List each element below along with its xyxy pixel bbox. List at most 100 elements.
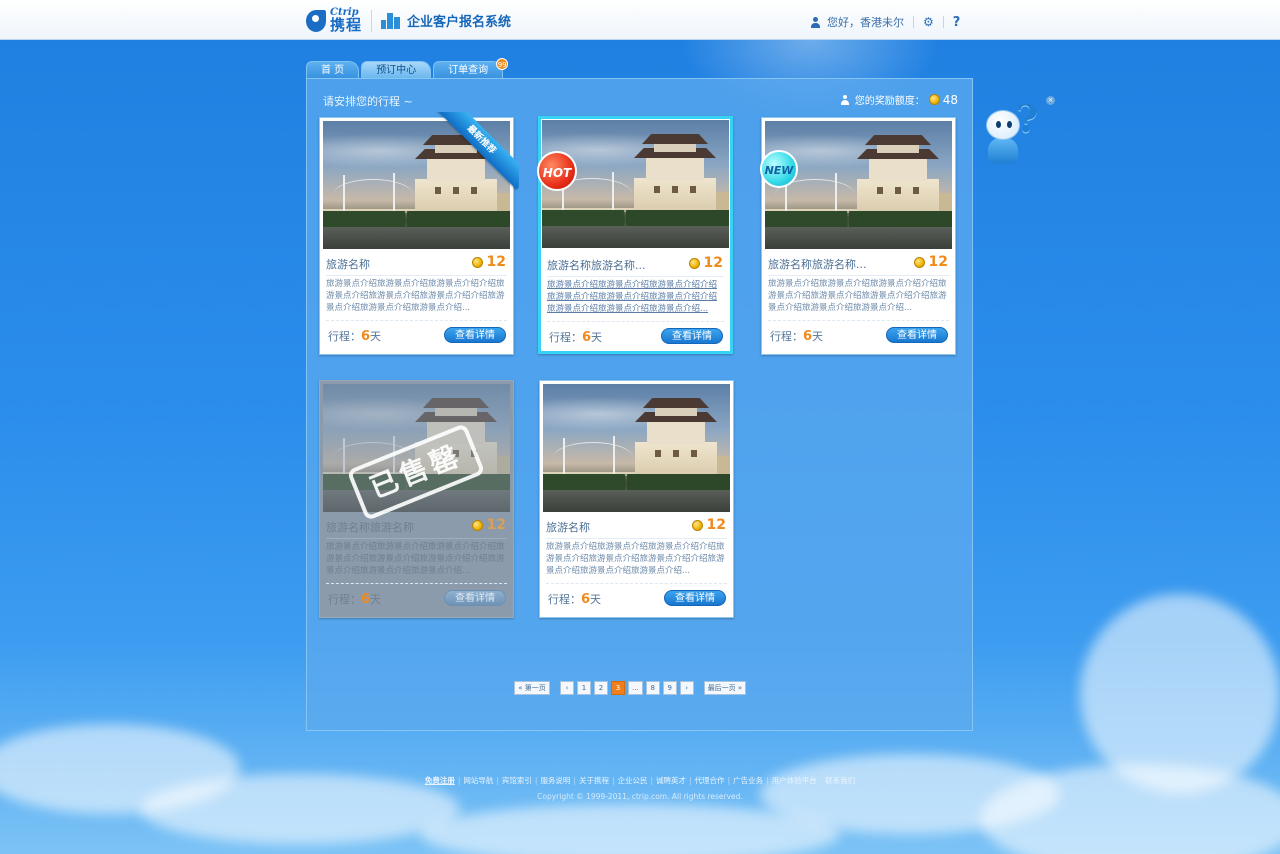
- page-button[interactable]: 8: [645, 681, 660, 695]
- helper-body: [988, 138, 1018, 164]
- user-icon: [810, 16, 821, 28]
- tab-home[interactable]: 首 页: [306, 61, 360, 79]
- ctrip-logo-icon: [306, 9, 326, 32]
- trip-name[interactable]: 旅游名称旅游名称...: [547, 257, 646, 273]
- greeting[interactable]: 您好，香港未尔: [827, 14, 904, 30]
- user-icon: [840, 94, 850, 105]
- coin-icon: [928, 94, 940, 105]
- system-title: 企业客户报名系统: [407, 15, 512, 30]
- close-icon[interactable]: ×: [1046, 96, 1055, 105]
- divider: [547, 321, 724, 322]
- trip-duration: 行程：6天: [770, 329, 824, 344]
- footer-link[interactable]: 企业公民: [615, 776, 651, 785]
- view-details-button[interactable]: 查看详情: [444, 327, 506, 343]
- trip-price: 12: [691, 517, 726, 533]
- divider: [913, 16, 914, 28]
- trip-description: 旅游景点介绍旅游景点介绍旅游景点介绍介绍旅游景点介绍旅游景点介绍旅游景点介绍介绍…: [326, 538, 507, 577]
- tab-booking-center[interactable]: 预订中心: [361, 61, 432, 79]
- coin-icon: [691, 519, 703, 531]
- trip-price: 12: [471, 517, 506, 533]
- footer-links: 免费注册 | 网站导航 | 宾馆索引 | 服务说明 | 关于携程 | 企业公民 | 诚聘英才 | 代理合作 |…: [0, 775, 1280, 786]
- trip-duration: 行程：6天: [328, 329, 382, 344]
- footer-link[interactable]: 宾馆索引: [499, 776, 535, 785]
- footer-link[interactable]: 网站导航: [460, 776, 496, 785]
- trip-price: 12: [913, 254, 948, 270]
- logo-cn: 携程: [330, 16, 363, 34]
- trip-card[interactable]: 已售罄 旅游名称旅游名称 12 旅游景点介绍旅游景点介绍旅游景点介绍介绍旅游景点介绍旅…: [319, 380, 514, 618]
- hot-badge: HOT: [537, 151, 577, 191]
- view-details-button[interactable]: 查看详情: [664, 590, 726, 606]
- trip-card[interactable]: 旅游名称 12 旅游景点介绍旅游景点介绍旅游景点介绍介绍旅游景点介绍旅游景点介绍旅游…: [539, 380, 734, 618]
- question-mark-icon: ?: [1016, 96, 1039, 141]
- trip-card[interactable]: 最新推荐旅游名称 12 旅游景点介绍旅游景点介绍旅游景点介绍介绍旅游景点介绍旅游景点…: [319, 112, 519, 355]
- trip-description: 旅游景点介绍旅游景点介绍旅游景点介绍介绍旅游景点介绍旅游景点介绍旅游景点介绍介绍…: [326, 275, 507, 314]
- coin-icon: [471, 256, 483, 268]
- trip-duration: 行程：6天: [328, 592, 382, 607]
- coin-icon: [688, 257, 700, 269]
- divider: [546, 583, 727, 584]
- footer-link[interactable]: 免费注册: [422, 776, 458, 785]
- footer-link[interactable]: 用户体验平台: [769, 776, 820, 785]
- next-page-button[interactable]: ›: [679, 681, 694, 695]
- trip-name[interactable]: 旅游名称: [326, 256, 370, 272]
- last-page-button[interactable]: 最后一页 »: [703, 681, 747, 695]
- page-button[interactable]: 1: [577, 681, 591, 695]
- trip-price: 12: [688, 255, 723, 271]
- gear-icon[interactable]: ⚙: [923, 15, 934, 29]
- trip-name[interactable]: 旅游名称旅游名称: [326, 519, 414, 535]
- view-details-button[interactable]: 查看详情: [886, 327, 948, 343]
- trip-duration: 行程：6天: [548, 592, 602, 607]
- bonus-value: 48: [942, 92, 958, 107]
- trip-photo: [765, 121, 952, 249]
- tab-label: 预订中心: [376, 65, 417, 76]
- page-button[interactable]: 9: [662, 681, 677, 695]
- footer-link[interactable]: 联系我们: [822, 776, 858, 785]
- footer-link[interactable]: 服务说明: [537, 776, 573, 785]
- trip-card[interactable]: HOT 旅游名称旅游名称... 12 旅游景点介绍旅游景点介绍旅游景点介绍介绍旅游景点…: [537, 116, 733, 354]
- customer-service-helper[interactable]: ? ×: [984, 96, 1055, 168]
- trip-name[interactable]: 旅游名称旅游名称...: [768, 256, 867, 272]
- bonus-quota: 您的奖励额度： 48: [840, 92, 958, 107]
- coin-icon: [913, 256, 925, 268]
- coin-icon: [471, 519, 483, 531]
- helper-head: [986, 110, 1020, 140]
- trip-description: 旅游景点介绍旅游景点介绍旅游景点介绍介绍旅游景点介绍旅游景点介绍旅游景点介绍介绍…: [547, 276, 724, 315]
- logo[interactable]: Ctrip 携程 企业客户报名系统: [306, 8, 511, 33]
- footer-link[interactable]: 代理合作: [692, 776, 728, 785]
- help-icon[interactable]: ?: [953, 15, 961, 30]
- trip-description: 旅游景点介绍旅游景点介绍旅游景点介绍介绍旅游景点介绍旅游景点介绍旅游景点介绍介绍…: [546, 538, 727, 577]
- logo-divider: [371, 9, 373, 32]
- first-page-button[interactable]: « 第一页: [514, 681, 550, 695]
- panel-title: 请安排您的行程 ~: [323, 95, 413, 108]
- new-badge: NEW: [760, 150, 798, 188]
- view-details-button[interactable]: 查看详情: [444, 590, 506, 606]
- trip-duration: 行程：6天: [549, 330, 603, 345]
- pagination: « 第一页 ‹ 1 2 3 ... 8 9 › 最后一页 »: [514, 681, 749, 695]
- recommend-ribbon: 最新推荐: [433, 112, 519, 198]
- page-button[interactable]: 2: [594, 681, 608, 695]
- building-icon: [381, 12, 401, 29]
- divider: [326, 320, 507, 321]
- divider: [326, 583, 507, 584]
- view-details-button[interactable]: 查看详情: [661, 328, 723, 344]
- divider: [942, 16, 944, 28]
- trip-price: 12: [471, 254, 506, 270]
- copyright: Copyright © 1999-2011, ctrip.com. All ri…: [537, 792, 743, 801]
- footer-link[interactable]: 关于携程: [576, 776, 612, 785]
- trip-description: 旅游景点介绍旅游景点介绍旅游景点介绍介绍旅游景点介绍旅游景点介绍旅游景点介绍介绍…: [768, 275, 949, 314]
- page-button-current[interactable]: 3: [611, 681, 625, 695]
- prev-page-button[interactable]: ‹: [560, 681, 574, 695]
- divider: [768, 320, 949, 321]
- notification-badge: 99: [496, 58, 509, 70]
- trip-photo: [543, 384, 730, 512]
- tab-label: 首 页: [321, 65, 345, 76]
- trip-card[interactable]: NEW 旅游名称旅游名称... 12 旅游景点介绍旅游景点介绍旅游景点介绍介绍旅游景点…: [760, 117, 956, 355]
- footer-link[interactable]: 诚聘英才: [653, 776, 689, 785]
- main-tabs: 首 页 预订中心 订单查询 99: [306, 58, 509, 79]
- bonus-label: 您的奖励额度：: [854, 96, 925, 107]
- page-ellipsis: ...: [628, 681, 643, 695]
- user-bar: 您好，香港未尔 ⚙ ?: [810, 14, 960, 30]
- trip-name[interactable]: 旅游名称: [546, 519, 590, 535]
- tab-order-query[interactable]: 订单查询 99: [433, 58, 509, 79]
- footer-link[interactable]: 广告业务: [730, 776, 766, 785]
